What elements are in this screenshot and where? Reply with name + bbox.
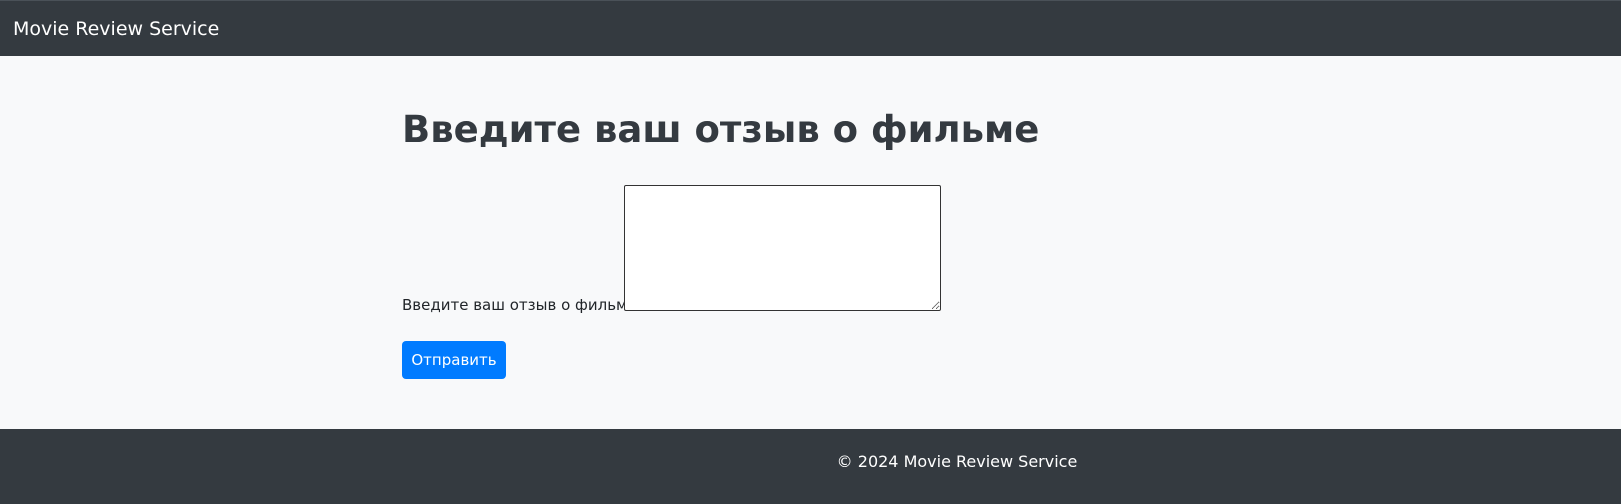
review-textarea[interactable] — [624, 185, 941, 311]
navbar: Movie Review Service — [0, 0, 1621, 56]
review-label: Введите ваш отзыв о фильме: — [402, 296, 642, 314]
footer: © 2024 Movie Review Service — [0, 429, 1621, 504]
page-title: Введите ваш отзыв о фильме — [402, 108, 1040, 151]
navbar-brand-link[interactable]: Movie Review Service — [13, 18, 219, 40]
footer-copyright: © 2024 Movie Review Service — [836, 452, 1078, 471]
submit-button[interactable]: Отправить — [402, 341, 506, 379]
main-content: Введите ваш отзыв о фильме Введите ваш о… — [0, 56, 1621, 429]
